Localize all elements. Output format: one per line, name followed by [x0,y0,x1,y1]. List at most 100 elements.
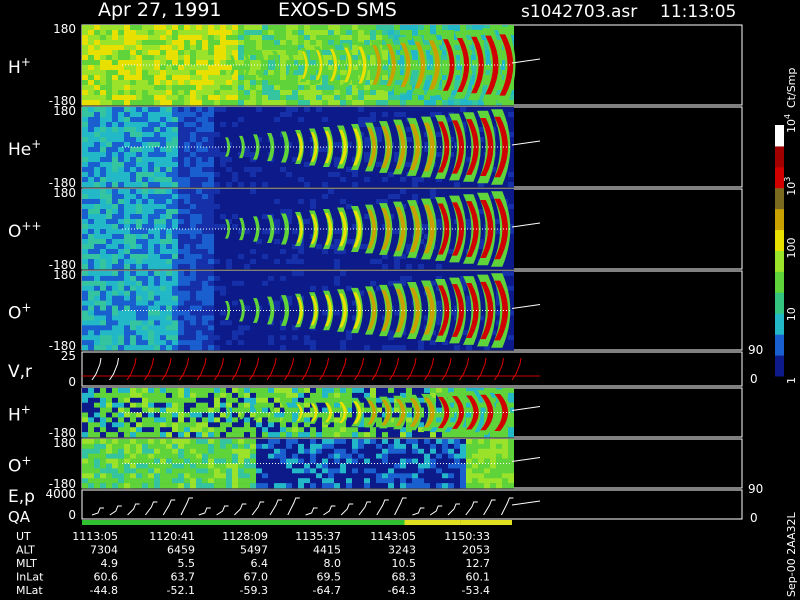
spectrogram-cell [166,55,172,61]
spectrogram-cell [130,90,136,96]
spectrogram-cell [94,249,100,255]
spectrogram-cell [142,70,148,76]
spectrogram-cell [220,264,226,270]
spectrogram-cell [382,177,388,183]
spectrogram-cell [334,335,340,341]
spectrogram-cell [310,172,316,178]
spectrogram-cell [304,199,310,205]
spectrogram-cell [394,340,400,346]
spectrogram-cell [94,310,100,316]
spectrogram-cell [82,50,88,56]
spectrogram-cell [370,177,376,183]
spectrogram-cell [400,275,406,282]
spectrogram-cell [148,295,154,301]
spectrogram-cell [292,315,298,321]
spectrogram-cell [106,65,112,71]
spectrogram-cell [250,249,256,255]
spectrogram-cell [274,182,280,188]
spectrogram-cell [394,305,400,311]
spectrogram-cell [184,402,190,408]
spectrogram-cell [220,224,226,230]
spectrogram-cell [94,80,100,86]
spectrogram-cell [190,50,196,56]
spectrogram-cell [358,30,364,36]
spectrogram-cell [136,90,142,96]
spectrogram-cell [352,345,358,351]
spectrogram-cell [100,320,106,326]
spectrogram-cell [148,60,154,66]
spectrogram-cell [250,55,256,61]
spectrogram-cell [220,75,226,81]
spectrogram-cell [118,152,124,158]
spectrogram-cell [232,330,238,336]
spectrogram-cell [376,25,382,31]
spectrogram-cell [148,35,154,41]
spectrogram-cell [208,280,214,287]
spectrogram-cell [88,167,94,173]
spectrogram-cell [418,122,424,128]
spectrogram-cell [124,50,130,56]
spectrogram-cell [262,142,268,148]
spectrogram-cell [220,45,226,51]
spectrogram-cell [244,152,250,158]
spectrogram-cell [142,100,148,106]
spectrogram-cell [304,25,310,31]
spectrogram-cell [358,330,364,336]
spectrogram-cell [376,182,382,188]
spectrogram-cell [202,214,208,220]
spectrogram-cell [232,147,238,153]
spectrogram-cell [244,290,250,296]
spectrogram-cell [412,107,418,113]
spectrogram-cell [274,172,280,178]
spectrogram-cell [382,95,388,101]
spectrogram-cell [214,271,220,277]
spectrogram-cell [232,335,238,341]
spectrogram-cell [100,137,106,143]
spectrogram-cell [82,142,88,148]
spectrogram-cell [94,388,100,394]
spectrogram-cell [418,167,424,173]
spectrogram-cell [298,340,304,346]
spectrogram-cell [376,107,382,113]
spectrogram-cell [178,325,184,331]
spectrogram-cell [334,157,340,163]
spectrogram-cell [202,300,208,306]
spectrogram-cell [358,275,364,282]
spectrogram-cell [226,75,232,81]
spectrogram-cell [268,290,274,296]
spectrogram-cell [196,199,202,205]
spectrogram-cell [226,189,232,195]
spectrogram-cell [202,142,208,148]
spectrogram-cell [262,127,268,133]
spectrogram-cell [106,147,112,153]
spectrogram-cell [280,55,286,61]
spectrogram-cell [322,275,328,282]
spectrogram-cell [436,147,442,153]
spectrogram-cell [316,335,322,341]
spectrogram-cell [166,300,172,306]
spectrogram-cell [82,189,88,195]
spectrogram-cell [232,285,238,292]
spectrogram-cell [190,177,196,183]
spectrogram-cell [124,85,130,91]
spectrogram-cell [268,177,274,183]
spectrogram-cell [256,264,262,270]
spectrogram-cell [304,234,310,240]
spectrogram-cell [112,167,118,173]
spectrogram-cell [310,65,316,71]
spectrogram-cell [226,214,232,220]
spectrogram-cell [106,254,112,260]
panel-h_plus_1 [81,24,743,106]
spectrogram-cell [220,229,226,235]
spectrogram-cell [262,290,268,296]
spectrogram-cell [244,107,250,113]
spectrogram-cell [154,85,160,91]
spectrogram-cell [412,194,418,200]
spectrogram-cell [208,157,214,163]
spectrogram-cell [310,167,316,173]
spectrogram-cell [286,340,292,346]
spectrogram-cell [292,90,298,96]
spectrogram-cell [304,40,310,46]
spectrogram-cell [130,214,136,220]
spectrogram-cell [316,275,322,282]
